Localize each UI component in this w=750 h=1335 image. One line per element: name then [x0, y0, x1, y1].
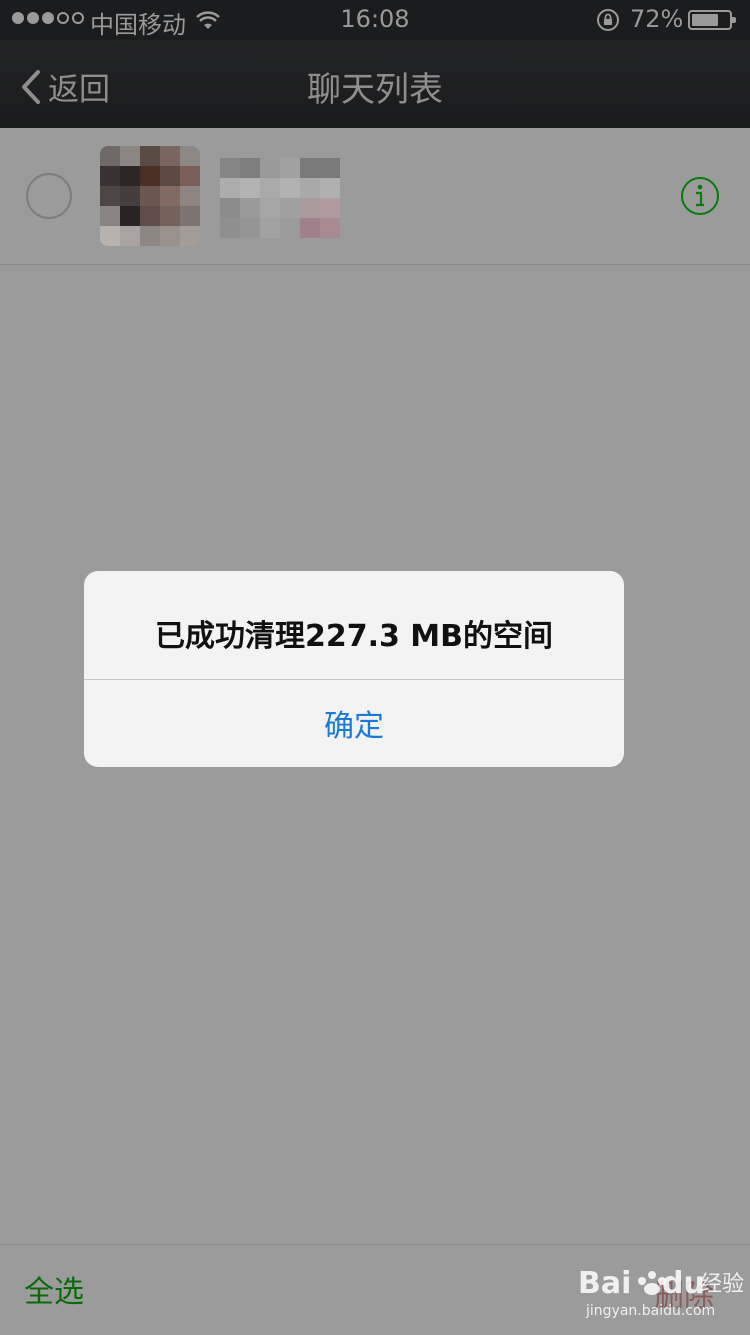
alert-message: 已成功清理227.3 MB的空间: [154, 619, 554, 654]
avatar: [100, 146, 200, 246]
status-bar: 中国移动 16:08 72%: [0, 0, 750, 40]
svg-text:Bai: Bai: [578, 1266, 631, 1301]
baidu-watermark: Bai du 经验 jingyan.baidu.com: [576, 1255, 746, 1325]
list-item[interactable]: [0, 128, 750, 265]
navigation-bar: 返回 聊天列表: [0, 40, 750, 128]
svg-text:经验: 经验: [700, 1272, 744, 1297]
alert-dialog: 已成功清理227.3 MB的空间 确定: [84, 571, 624, 767]
battery-percentage: 72%: [630, 5, 684, 33]
info-icon[interactable]: [680, 176, 720, 220]
select-all-button[interactable]: 全选: [24, 1267, 84, 1311]
confirm-button[interactable]: 确定: [84, 679, 624, 767]
battery-icon: [688, 10, 736, 30]
contact-name-redacted: [220, 158, 340, 238]
rotation-lock-icon: [596, 8, 620, 38]
svg-text:du: du: [662, 1266, 705, 1301]
svg-text:jingyan.baidu.com: jingyan.baidu.com: [585, 1303, 715, 1319]
page-title: 聊天列表: [307, 70, 443, 110]
select-radio[interactable]: [26, 173, 72, 219]
